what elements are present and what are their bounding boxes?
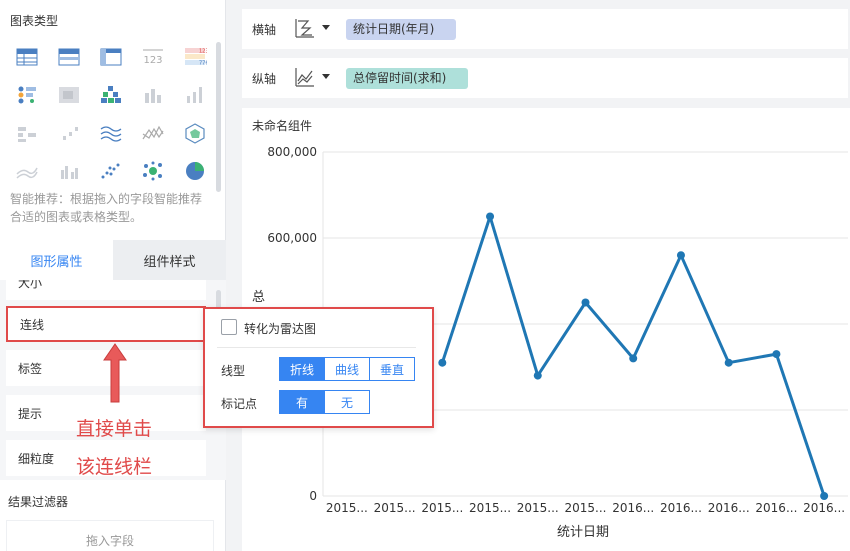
grouped-table-icon[interactable] (48, 38, 90, 76)
y-axis-title: 总 (252, 290, 265, 305)
data-point[interactable] (438, 358, 447, 367)
cross-table-icon[interactable] (90, 38, 132, 76)
red-arrow-icon (103, 343, 127, 403)
y-tick-label: 600,000 (267, 231, 317, 245)
heat-block-icon[interactable] (48, 76, 90, 114)
x-tick-label: 2015... (517, 501, 559, 515)
tab-graphic-properties[interactable]: 图形属性 (0, 240, 113, 280)
number-icon[interactable]: 123 (132, 38, 174, 76)
x-tick-label: 2015... (565, 501, 607, 515)
multi-line-icon[interactable] (90, 114, 132, 152)
column-chart-icon[interactable] (174, 76, 216, 114)
line-type-polyline-button[interactable]: 折线 (279, 357, 325, 381)
chart-type-title: 图表类型 (10, 14, 59, 28)
data-point[interactable] (676, 251, 685, 260)
marker-no-button[interactable]: 无 (324, 390, 370, 414)
x-tick-label: 2015... (326, 501, 368, 515)
x-axis-dropdown-icon[interactable] (322, 25, 330, 30)
x-axis-label: 横轴 (252, 23, 277, 37)
data-point[interactable] (486, 212, 495, 221)
stacked-block-icon[interactable] (6, 114, 48, 152)
x-tick-label: 2016... (755, 501, 797, 515)
table-icon[interactable] (6, 38, 48, 76)
dot-table-icon[interactable] (6, 76, 48, 114)
x-tick-label: 2015... (374, 501, 416, 515)
line-settings-popup: 转化为雷达图 线型 折线 曲线 垂直 标记点 有 无 (203, 307, 434, 428)
line-type-segmented: 折线 曲线 垂直 (279, 357, 415, 381)
scatter-icon[interactable] (90, 152, 132, 190)
y-axis-type-icon[interactable] (294, 66, 316, 88)
chart-type-scrollbar[interactable] (216, 42, 221, 192)
x-axis-bar: 横轴 统计日期(年月) (242, 9, 848, 49)
chart-series (438, 212, 829, 500)
data-point[interactable] (724, 358, 733, 367)
x-tick-label: 2016... (660, 501, 702, 515)
y-axis-label: 纵轴 (252, 72, 277, 86)
annotation-line-1: 直接单击 (76, 418, 153, 440)
popup-divider (217, 347, 416, 348)
marker-segmented: 有 无 (279, 390, 370, 414)
annotation-line-2: 该连线栏 (76, 456, 153, 478)
data-point[interactable] (820, 492, 829, 500)
bar-chart-icon[interactable] (132, 76, 174, 114)
colored-number-icon[interactable]: 123 776 (174, 38, 216, 76)
x-tick-label: 2015... (469, 501, 511, 515)
x-tick-label: 2016... (708, 501, 750, 515)
radar-checkbox[interactable] (221, 319, 237, 335)
x-tick-labels: 2015... 2015... 2015... 2015... 2015... 2015.… (326, 501, 845, 515)
radar-checkbox-label: 转化为雷达图 (244, 322, 317, 336)
y-axis-bar: 纵轴 总停留时间(求和) (242, 58, 848, 98)
x-axis-title: 统计日期 (557, 525, 609, 540)
line-type-label: 线型 (221, 364, 246, 378)
line-type-curve-button[interactable]: 曲线 (324, 357, 370, 381)
y-axis-field-pill[interactable]: 总停留时间(求和) (346, 68, 469, 89)
smart-recommend-tip: 智能推荐：根据拖入的字段智能推荐合适的图表或表格类型。 (10, 192, 203, 224)
x-tick-label: 2016... (612, 501, 654, 515)
svg-text:123: 123 (143, 55, 162, 66)
property-tabs: 图形属性 组件样式 (0, 240, 226, 280)
result-filter-title: 结果过滤器 (8, 495, 69, 509)
area-line-icon[interactable] (6, 152, 48, 190)
data-point[interactable] (629, 354, 638, 363)
x-tick-label: 2015... (421, 501, 463, 515)
svg-text:776: 776 (199, 61, 207, 67)
data-point[interactable] (581, 298, 590, 307)
marker-label: 标记点 (221, 397, 258, 411)
x-axis-field-pill[interactable]: 统计日期(年月) (346, 19, 457, 40)
radar-icon[interactable] (174, 114, 216, 152)
data-point[interactable] (772, 350, 781, 359)
scatter-bars-icon[interactable] (48, 114, 90, 152)
treemap-icon[interactable] (90, 76, 132, 114)
prop-size[interactable]: 大小 (6, 280, 206, 300)
y-axis-dropdown-icon[interactable] (322, 74, 330, 79)
filter-drop-zone[interactable]: 拖入字段 (6, 520, 214, 551)
svg-text:123: 123 (199, 49, 207, 55)
y-tick-label: 0 (309, 489, 317, 503)
prop-line[interactable]: 连线 (6, 306, 206, 342)
chart-type-grid: 123 123 776 (6, 38, 216, 190)
line-type-vertical-button[interactable]: 垂直 (369, 357, 415, 381)
y-tick-label: 800,000 (267, 145, 317, 159)
x-axis-type-icon[interactable] (294, 17, 316, 39)
bubble-icon[interactable] (132, 152, 174, 190)
tab-component-style[interactable]: 组件样式 (113, 240, 226, 280)
data-point[interactable] (533, 371, 542, 380)
marker-yes-button[interactable]: 有 (279, 390, 325, 414)
radar-line-icon[interactable] (132, 114, 174, 152)
grouped-bar-icon[interactable] (48, 152, 90, 190)
x-tick-label: 2016... (803, 501, 845, 515)
pie-icon[interactable] (174, 152, 216, 190)
